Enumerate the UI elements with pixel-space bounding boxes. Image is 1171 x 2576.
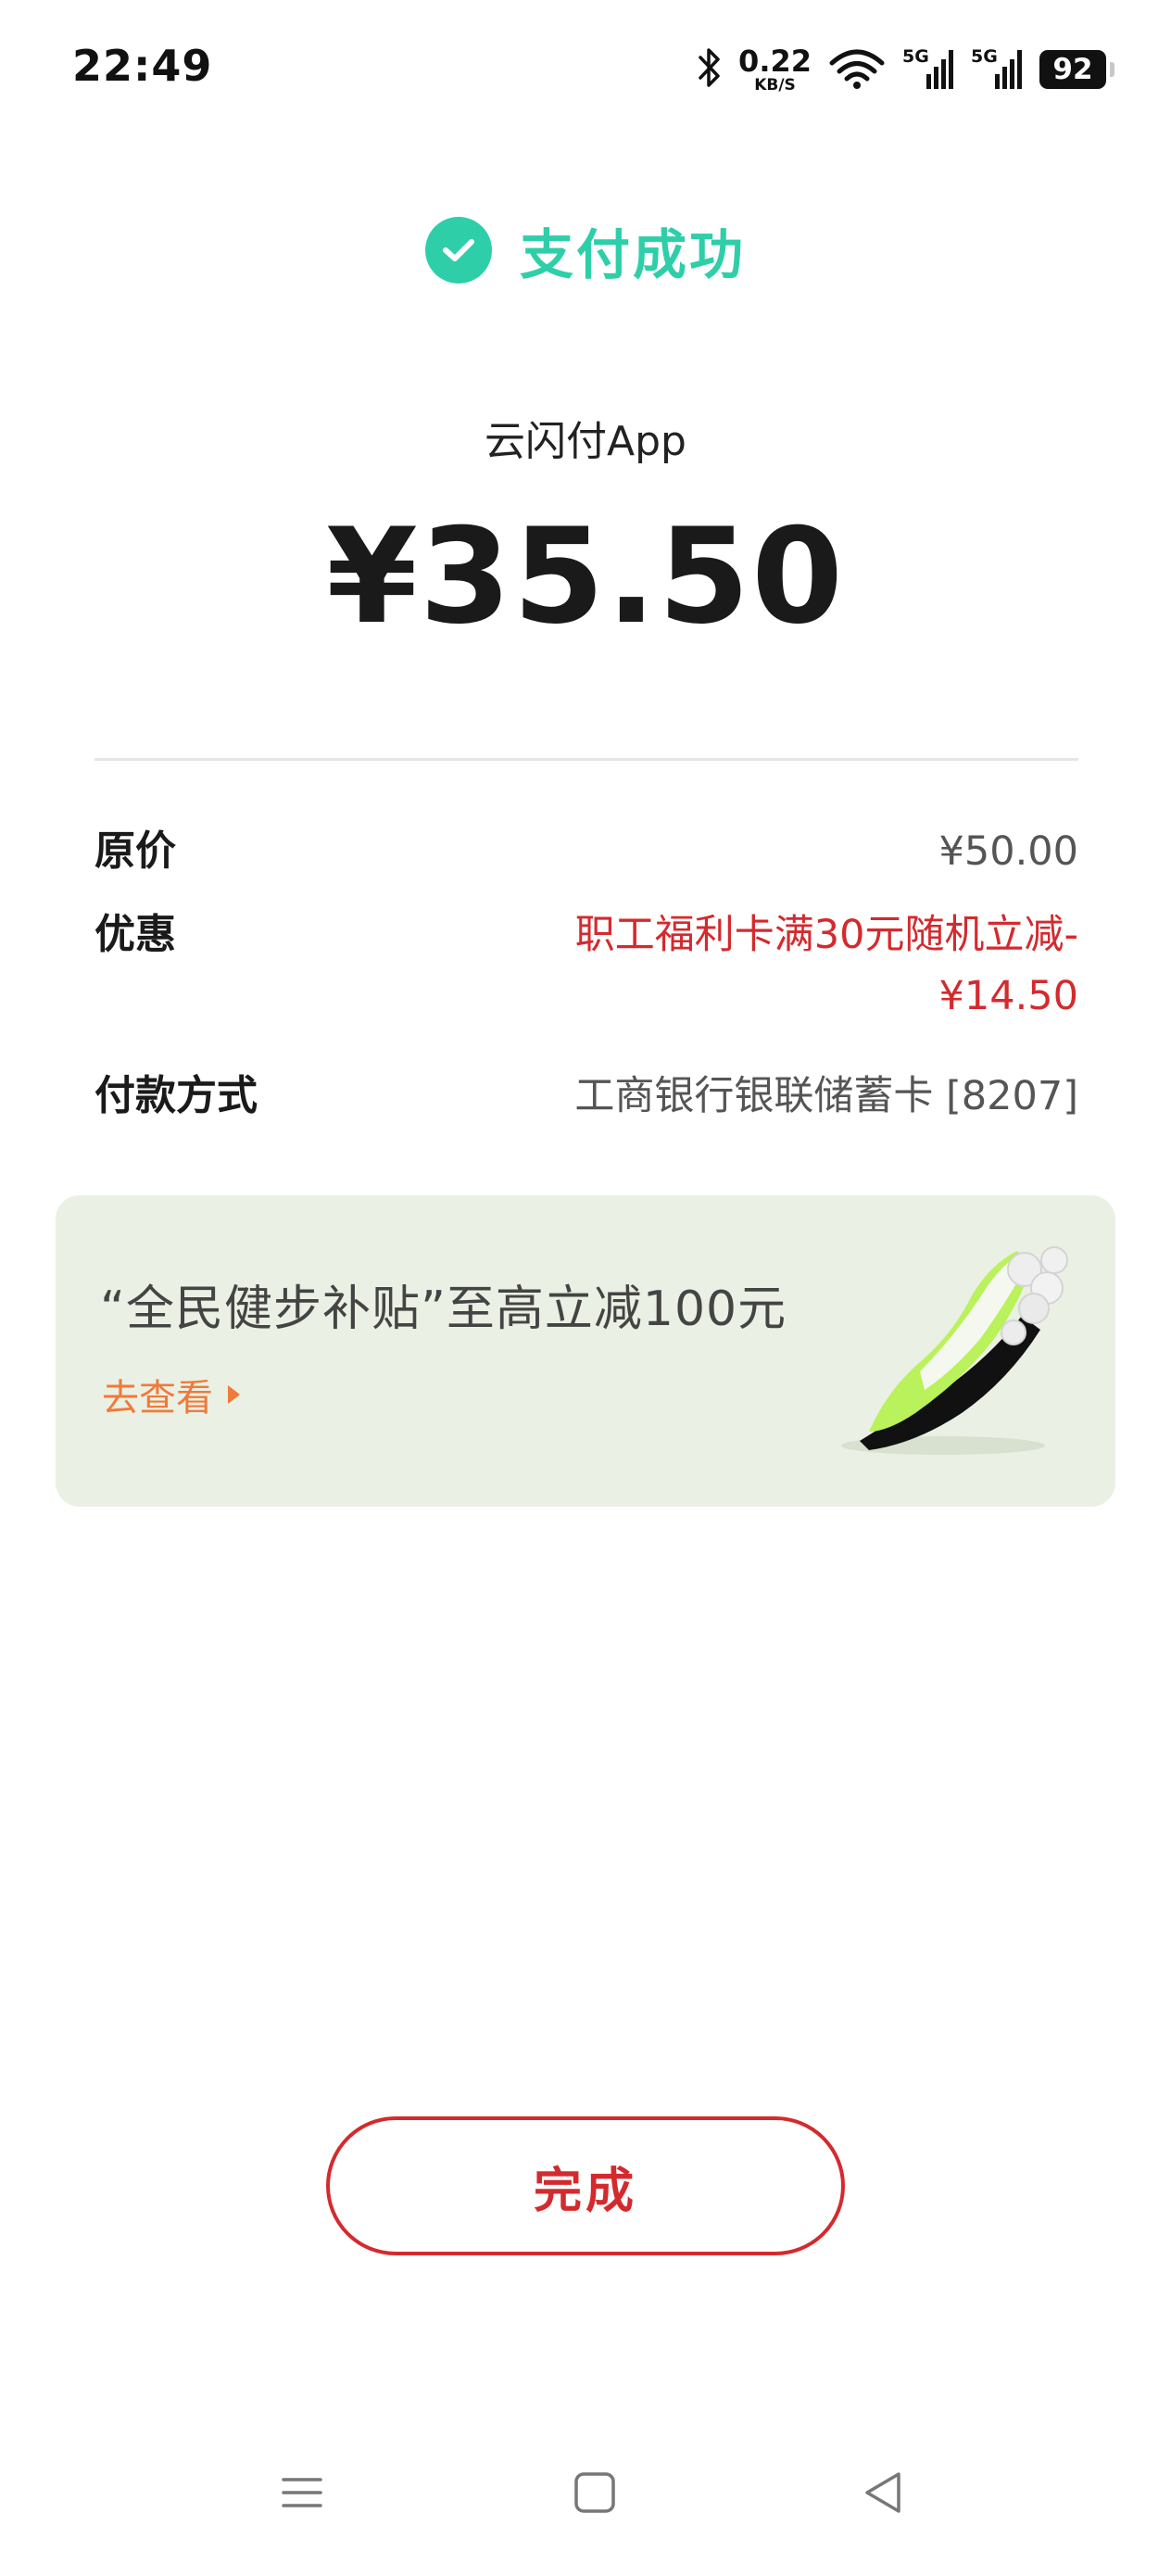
caret-right-icon bbox=[228, 1385, 240, 1404]
network-speed-value: 0.22 bbox=[738, 43, 812, 79]
promo-view-link[interactable]: 去查看 bbox=[102, 1368, 240, 1421]
divider bbox=[94, 758, 1078, 761]
done-button[interactable]: 完成 bbox=[326, 2116, 845, 2255]
signal-bars-icon bbox=[995, 50, 1022, 89]
detail-row-original-price: 原价 ¥50.00 bbox=[94, 821, 1078, 882]
system-nav-bar bbox=[0, 2465, 1171, 2548]
merchant-name: 云闪付App bbox=[485, 418, 686, 465]
paid-amount: ¥35.50 bbox=[326, 500, 845, 653]
payment-success-header: 支付成功 bbox=[0, 211, 1171, 289]
signal-strength-1: 5G bbox=[902, 46, 954, 93]
payment-method-label: 付款方式 bbox=[94, 1072, 258, 1119]
menu-icon[interactable] bbox=[278, 2465, 326, 2524]
status-icons: 0.22 KB/S 5G 5G 92 bbox=[698, 37, 1114, 102]
status-time: 22:49 bbox=[72, 41, 213, 91]
promo-banner[interactable]: “全民健步补贴”至高立减100元 去查看 bbox=[56, 1195, 1115, 1507]
discount-label: 优惠 bbox=[94, 911, 176, 958]
signal-strength-2: 5G bbox=[971, 46, 1023, 93]
success-title: 支付成功 bbox=[519, 223, 746, 286]
discount-value: 职工福利卡满30元随机立减-¥14.50 bbox=[574, 912, 1078, 1019]
bluetooth-icon bbox=[698, 46, 722, 93]
check-circle-icon bbox=[424, 217, 492, 284]
network-speed: 0.22 KB/S bbox=[738, 46, 812, 94]
original-price-label: 原价 bbox=[94, 827, 176, 875]
wifi-icon bbox=[828, 46, 886, 93]
signal-bars-icon bbox=[926, 50, 953, 89]
promo-link-label: 去查看 bbox=[102, 1377, 213, 1420]
original-price-value: ¥50.00 bbox=[938, 828, 1078, 875]
battery-indicator: 92 bbox=[1039, 50, 1114, 89]
back-icon[interactable] bbox=[858, 2465, 910, 2524]
promo-title: “全民健步补贴”至高立减100元 bbox=[100, 1282, 787, 1337]
detail-row-payment-method: 付款方式 工商银行银联储蓄卡 [8207] bbox=[94, 1066, 1078, 1127]
detail-row-discount: 优惠 职工福利卡满30元随机立减-¥14.50 bbox=[94, 904, 1078, 1027]
sneaker-icon bbox=[841, 1246, 1068, 1455]
status-bar: 22:49 0.22 KB/S 5G 5G 92 bbox=[0, 0, 1171, 139]
home-icon[interactable] bbox=[569, 2465, 621, 2524]
network-speed-unit: KB/S bbox=[754, 75, 796, 95]
payment-method-value: 工商银行银联储蓄卡 [8207] bbox=[574, 1073, 1078, 1119]
